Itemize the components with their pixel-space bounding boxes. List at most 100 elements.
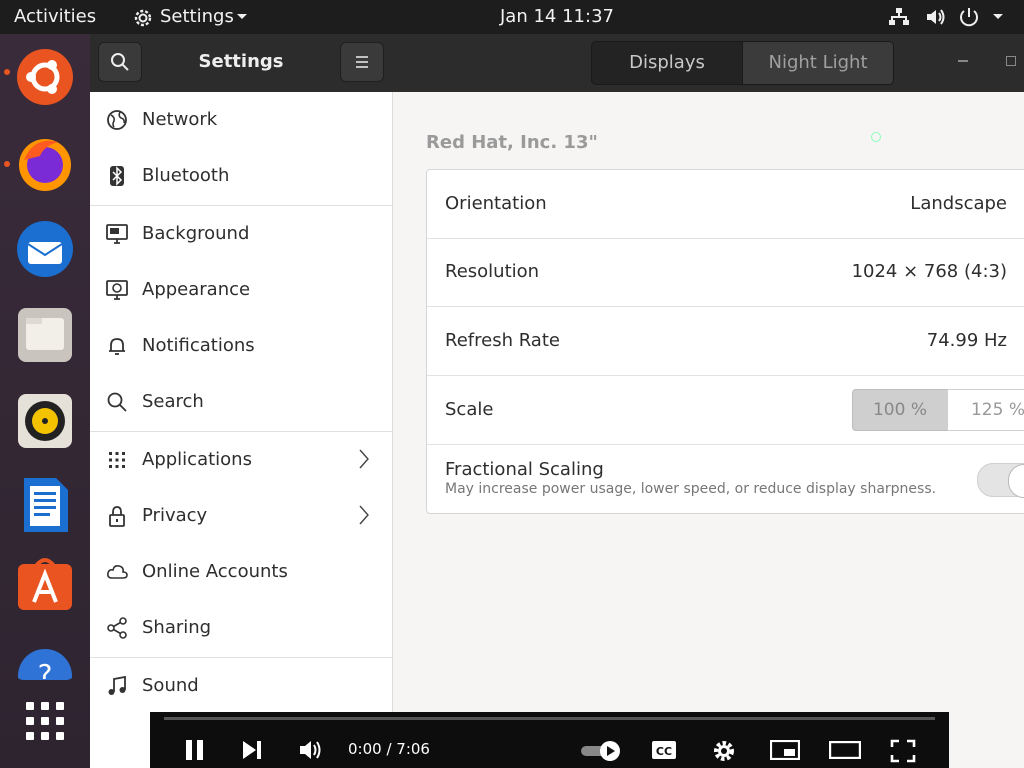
dock: ? [0,34,90,768]
ubuntu-logo-icon[interactable] [14,46,76,108]
cloud-icon [107,565,128,579]
files-icon[interactable] [14,304,76,366]
chevron-down-icon [993,14,1003,19]
sidebar-item-network[interactable]: Network [90,92,392,148]
settings-gear-icon[interactable] [712,739,736,767]
ubuntu-software-icon[interactable] [14,554,76,616]
scale-option-100[interactable]: 100 % [852,389,948,431]
music-icon [108,675,126,695]
resolution-label: Resolution [445,261,540,282]
sidebar-item-label: Bluetooth [142,165,230,186]
video-player-controls: 0:00 / 7:06 CC [150,712,949,768]
firefox-icon[interactable] [14,132,76,194]
help-icon[interactable]: ? [14,640,76,680]
monitor-icon [106,224,128,244]
hamburger-icon [356,56,368,68]
fractional-scaling-description: May increase power usage, lower speed, o… [445,481,937,497]
sidebar-item-sharing[interactable]: Sharing [90,600,392,656]
gear-icon [134,9,152,27]
network-icon[interactable] [888,7,910,32]
sidebar-item-privacy[interactable]: Privacy [90,488,392,544]
search-icon [107,392,127,412]
fractional-scaling-row: Fractional Scaling May increase power us… [427,445,1024,513]
theater-mode-icon[interactable] [828,740,862,763]
lock-icon [109,506,125,527]
video-time: 0:00 / 7:06 [348,740,430,758]
sidebar-item-notifications[interactable]: Notifications [90,318,392,374]
appearance-icon [106,280,128,300]
sidebar-item-applications[interactable]: Applications [90,432,392,488]
progress-bar[interactable] [164,717,935,720]
svg-text:?: ? [38,658,53,680]
sidebar-item-label: Appearance [142,279,251,300]
sidebar-item-label: Background [142,223,250,244]
sidebar-item-sound[interactable]: Sound [90,658,392,714]
display-settings-card: Orientation Landscape Resolution 1024 × … [426,169,1024,514]
orientation-row[interactable]: Orientation Landscape [427,170,1024,239]
sidebar-item-background[interactable]: Background [90,206,392,262]
fractional-scaling-label: Fractional Scaling [445,459,604,480]
tab-night-light[interactable]: Night Light [742,41,894,85]
clock[interactable]: Jan 14 11:37 [500,0,614,34]
sidebar-item-online-accounts[interactable]: Online Accounts [90,544,392,600]
sidebar: Network Bluetooth Background Appearance … [90,92,393,768]
search-icon [111,53,129,71]
sidebar-item-label: Sound [142,675,199,696]
svg-text:CC: CC [656,745,672,758]
chevron-right-icon [359,449,369,469]
next-icon[interactable] [241,739,263,765]
activities-button[interactable]: Activities [14,0,96,34]
refresh-rate-row[interactable]: Refresh Rate 74.99 Hz [427,307,1024,376]
orientation-value: Landscape [910,193,1007,214]
globe-icon [107,110,127,130]
chevron-right-icon [359,505,369,525]
sidebar-item-search[interactable]: Search [90,374,392,430]
bell-icon [109,338,125,355]
menu-button[interactable] [340,42,384,82]
app-menu[interactable]: Settings [132,0,252,34]
miniplayer-icon[interactable] [769,739,801,764]
share-icon [107,617,127,639]
volume-icon[interactable] [298,739,324,765]
sidebar-item-label: Applications [142,449,252,470]
resolution-row[interactable]: Resolution 1024 × 768 (4:3) [427,238,1024,307]
maximize-button[interactable] [1006,56,1016,66]
libreoffice-writer-icon[interactable] [14,474,76,536]
thunderbird-icon[interactable] [14,218,76,280]
fractional-scaling-toggle[interactable] [977,463,1024,498]
subtitles-icon[interactable]: CC [651,740,677,764]
scale-option-125[interactable]: 125 % [947,389,1024,431]
sidebar-title: Settings [198,51,284,72]
top-bar: Activities Settings Jan 14 11:37 [0,0,1024,34]
volume-icon[interactable] [925,7,947,32]
resolution-value: 1024 × 768 (4:3) [851,261,1007,282]
running-indicator [4,69,10,75]
autoplay-toggle-icon[interactable] [580,740,622,766]
sidebar-item-label: Privacy [142,505,208,526]
toggle-knob [1008,464,1024,498]
sidebar-item-appearance[interactable]: Appearance [90,262,392,318]
sidebar-item-bluetooth[interactable]: Bluetooth [90,148,392,204]
system-menu[interactable] [958,6,1008,28]
sidebar-item-label: Search [142,391,204,412]
bluetooth-icon [110,166,124,186]
show-applications-icon[interactable] [24,700,66,742]
search-button[interactable] [98,42,142,82]
orientation-label: Orientation [445,193,547,214]
sidebar-item-label: Network [142,109,218,130]
refresh-rate-value: 74.99 Hz [926,330,1007,351]
tab-displays[interactable]: Displays [591,41,743,85]
grid-icon [109,452,125,468]
sidebar-item-label: Notifications [142,335,255,356]
rhythmbox-icon[interactable] [14,390,76,452]
pause-icon[interactable] [184,739,206,765]
fullscreen-icon[interactable] [890,739,916,767]
refresh-rate-label: Refresh Rate [445,330,560,351]
chevron-down-icon [237,14,247,19]
scale-label: Scale [445,399,494,420]
displays-panel: Red Hat, Inc. 13" Orientation Landscape … [393,92,1024,712]
app-menu-label: Settings [160,6,234,27]
power-icon [960,8,978,27]
minimize-button[interactable] [958,60,968,62]
spinner-icon [871,132,881,142]
